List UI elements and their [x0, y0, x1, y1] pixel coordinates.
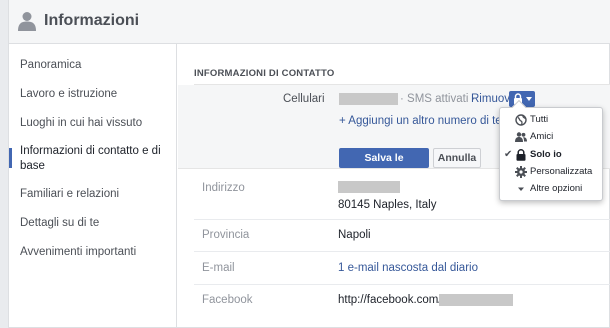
sidebar-item-overview[interactable]: Panoramica — [20, 58, 170, 73]
about-header: Informazioni — [9, 0, 610, 44]
checkmark-icon: ✔ — [504, 149, 513, 160]
sidebar-item-details[interactable]: Dettagli su di te — [20, 216, 170, 231]
globe-icon — [515, 114, 527, 126]
redacted-username — [439, 294, 513, 306]
address-label: Indirizzo — [202, 182, 245, 194]
friends-icon — [515, 132, 527, 142]
cancel-button[interactable]: Annulla — [433, 148, 481, 168]
caret-down-icon — [518, 187, 524, 191]
about-sidebar: Panoramica Lavoro e istruzione Luoghi in… — [9, 44, 177, 328]
privacy-option-custom[interactable]: Personalizzata — [500, 164, 602, 181]
email-label: E-mail — [202, 262, 235, 274]
option-label: Personalizzata — [530, 166, 593, 177]
remove-phone-link[interactable]: Rimuovi — [471, 93, 513, 105]
divider — [194, 219, 610, 220]
save-button[interactable]: Salva le modifiche — [339, 148, 429, 182]
phone-label: Cellulari — [283, 93, 325, 105]
sidebar-active-indicator — [9, 148, 12, 168]
option-label: Tutti — [530, 114, 549, 125]
gear-icon — [515, 166, 527, 178]
address-city: 80145 Naples, Italy — [338, 199, 437, 211]
sidebar-item-contact-basic[interactable]: Informazioni di contatto e di base — [20, 144, 170, 174]
page-title: Informazioni — [44, 12, 140, 29]
sidebar-item-family[interactable]: Familiari e relazioni — [20, 187, 170, 202]
chevron-down-icon — [526, 97, 532, 101]
divider — [194, 251, 610, 252]
redacted-street — [338, 181, 400, 193]
section-title: INFORMAZIONI DI CONTATTO — [194, 68, 335, 79]
province-label: Provincia — [202, 229, 250, 241]
privacy-option-friends[interactable]: Amici — [500, 129, 602, 146]
sidebar-item-places[interactable]: Luoghi in cui hai vissuto — [20, 116, 170, 131]
facebook-label: Facebook — [202, 294, 253, 306]
sms-status: · SMS attivati · — [400, 93, 476, 105]
divider — [194, 284, 610, 285]
option-label: Amici — [530, 131, 554, 142]
person-icon — [18, 12, 36, 31]
privacy-dropdown-menu: Tutti Amici ✔ Solo io Personalizzata Alt… — [499, 99, 603, 201]
option-label: Solo io — [530, 149, 562, 160]
privacy-option-more[interactable]: Altre opzioni — [500, 181, 602, 198]
privacy-option-public[interactable]: Tutti — [500, 112, 602, 129]
hidden-email-link[interactable]: 1 e-mail nascosta dal diario — [338, 262, 478, 274]
add-phone-link[interactable]: + Aggiungi un altro numero di telefono — [339, 115, 511, 127]
sidebar-item-life-events[interactable]: Avvenimenti importanti — [20, 245, 170, 260]
province-value: Napoli — [338, 229, 371, 241]
privacy-option-only-me[interactable]: ✔ Solo io — [500, 147, 602, 164]
sidebar-item-work-education[interactable]: Lavoro e istruzione — [20, 87, 170, 102]
facebook-url: http://facebook.com/ — [338, 294, 442, 306]
redacted-phone — [339, 93, 398, 105]
lock-icon — [516, 149, 526, 161]
option-label: Altre opzioni — [530, 183, 583, 194]
